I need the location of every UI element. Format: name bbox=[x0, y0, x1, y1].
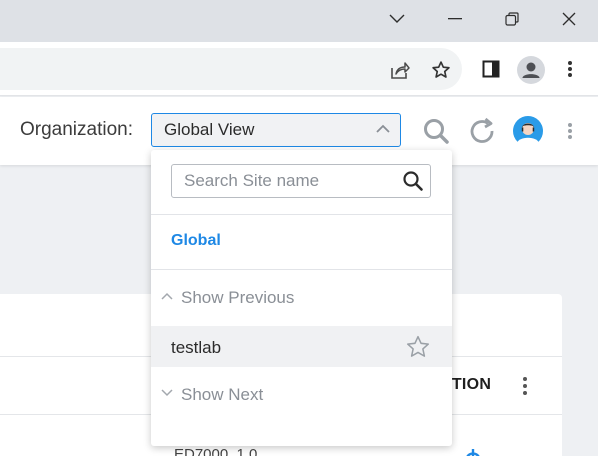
browser-toolbar bbox=[0, 42, 598, 96]
tab-search-button[interactable] bbox=[368, 0, 426, 38]
site-name: testlab bbox=[171, 338, 222, 357]
dropdown-divider bbox=[151, 214, 452, 215]
minimize-button[interactable] bbox=[426, 0, 484, 38]
bookmark-star-icon bbox=[432, 61, 450, 78]
share-button[interactable] bbox=[387, 57, 413, 83]
restore-button[interactable] bbox=[483, 0, 541, 38]
bookmark-button[interactable] bbox=[428, 57, 454, 83]
show-previous-button[interactable]: Show Previous bbox=[151, 278, 452, 318]
refresh-button[interactable] bbox=[466, 115, 498, 147]
chevron-down-icon bbox=[389, 14, 405, 23]
user-avatar-icon bbox=[513, 116, 543, 146]
close-icon bbox=[562, 12, 576, 26]
share-icon bbox=[391, 62, 410, 79]
profile-button[interactable] bbox=[516, 55, 546, 85]
show-next-label: Show Next bbox=[181, 385, 264, 404]
chevron-up-icon bbox=[376, 124, 390, 133]
window-titlebar bbox=[0, 0, 598, 42]
site-search-input[interactable] bbox=[172, 165, 394, 197]
global-option[interactable]: Global bbox=[171, 232, 221, 250]
site-list-item[interactable]: testlab bbox=[151, 326, 452, 367]
column-menu-button[interactable] bbox=[521, 376, 529, 401]
more-vert-icon bbox=[568, 123, 572, 139]
search-icon bbox=[424, 119, 449, 144]
header-more-button[interactable] bbox=[560, 119, 580, 143]
chevron-down-icon bbox=[161, 389, 173, 397]
dropdown-divider bbox=[151, 269, 452, 270]
side-panel-button[interactable] bbox=[479, 57, 503, 81]
power-icon bbox=[466, 449, 480, 456]
menu-dots-icon bbox=[568, 61, 572, 77]
profile-icon bbox=[517, 56, 545, 84]
organization-dropdown: Global Show Previous testlab Show Next bbox=[151, 150, 452, 446]
refresh-icon bbox=[470, 117, 494, 143]
more-vert-icon bbox=[523, 377, 527, 395]
restore-icon bbox=[505, 12, 519, 26]
table-cell-text: ED7000_1.0 bbox=[174, 446, 258, 456]
minimize-icon bbox=[448, 18, 462, 20]
organization-selected-value: Global View bbox=[164, 120, 255, 139]
power-button[interactable] bbox=[462, 447, 484, 456]
show-next-button[interactable]: Show Next bbox=[151, 375, 452, 415]
side-panel-icon bbox=[482, 60, 500, 78]
search-button[interactable] bbox=[420, 115, 452, 147]
organization-select[interactable]: Global View bbox=[151, 113, 401, 147]
show-previous-label: Show Previous bbox=[181, 288, 295, 307]
search-icon[interactable] bbox=[402, 170, 424, 192]
browser-menu-button[interactable] bbox=[558, 57, 582, 81]
chevron-up-icon bbox=[161, 292, 173, 300]
user-avatar[interactable] bbox=[512, 115, 544, 147]
site-search-box bbox=[171, 164, 431, 198]
organization-label: Organization: bbox=[20, 119, 134, 140]
favorite-star-icon[interactable] bbox=[405, 334, 431, 360]
close-window-button[interactable] bbox=[540, 0, 598, 38]
